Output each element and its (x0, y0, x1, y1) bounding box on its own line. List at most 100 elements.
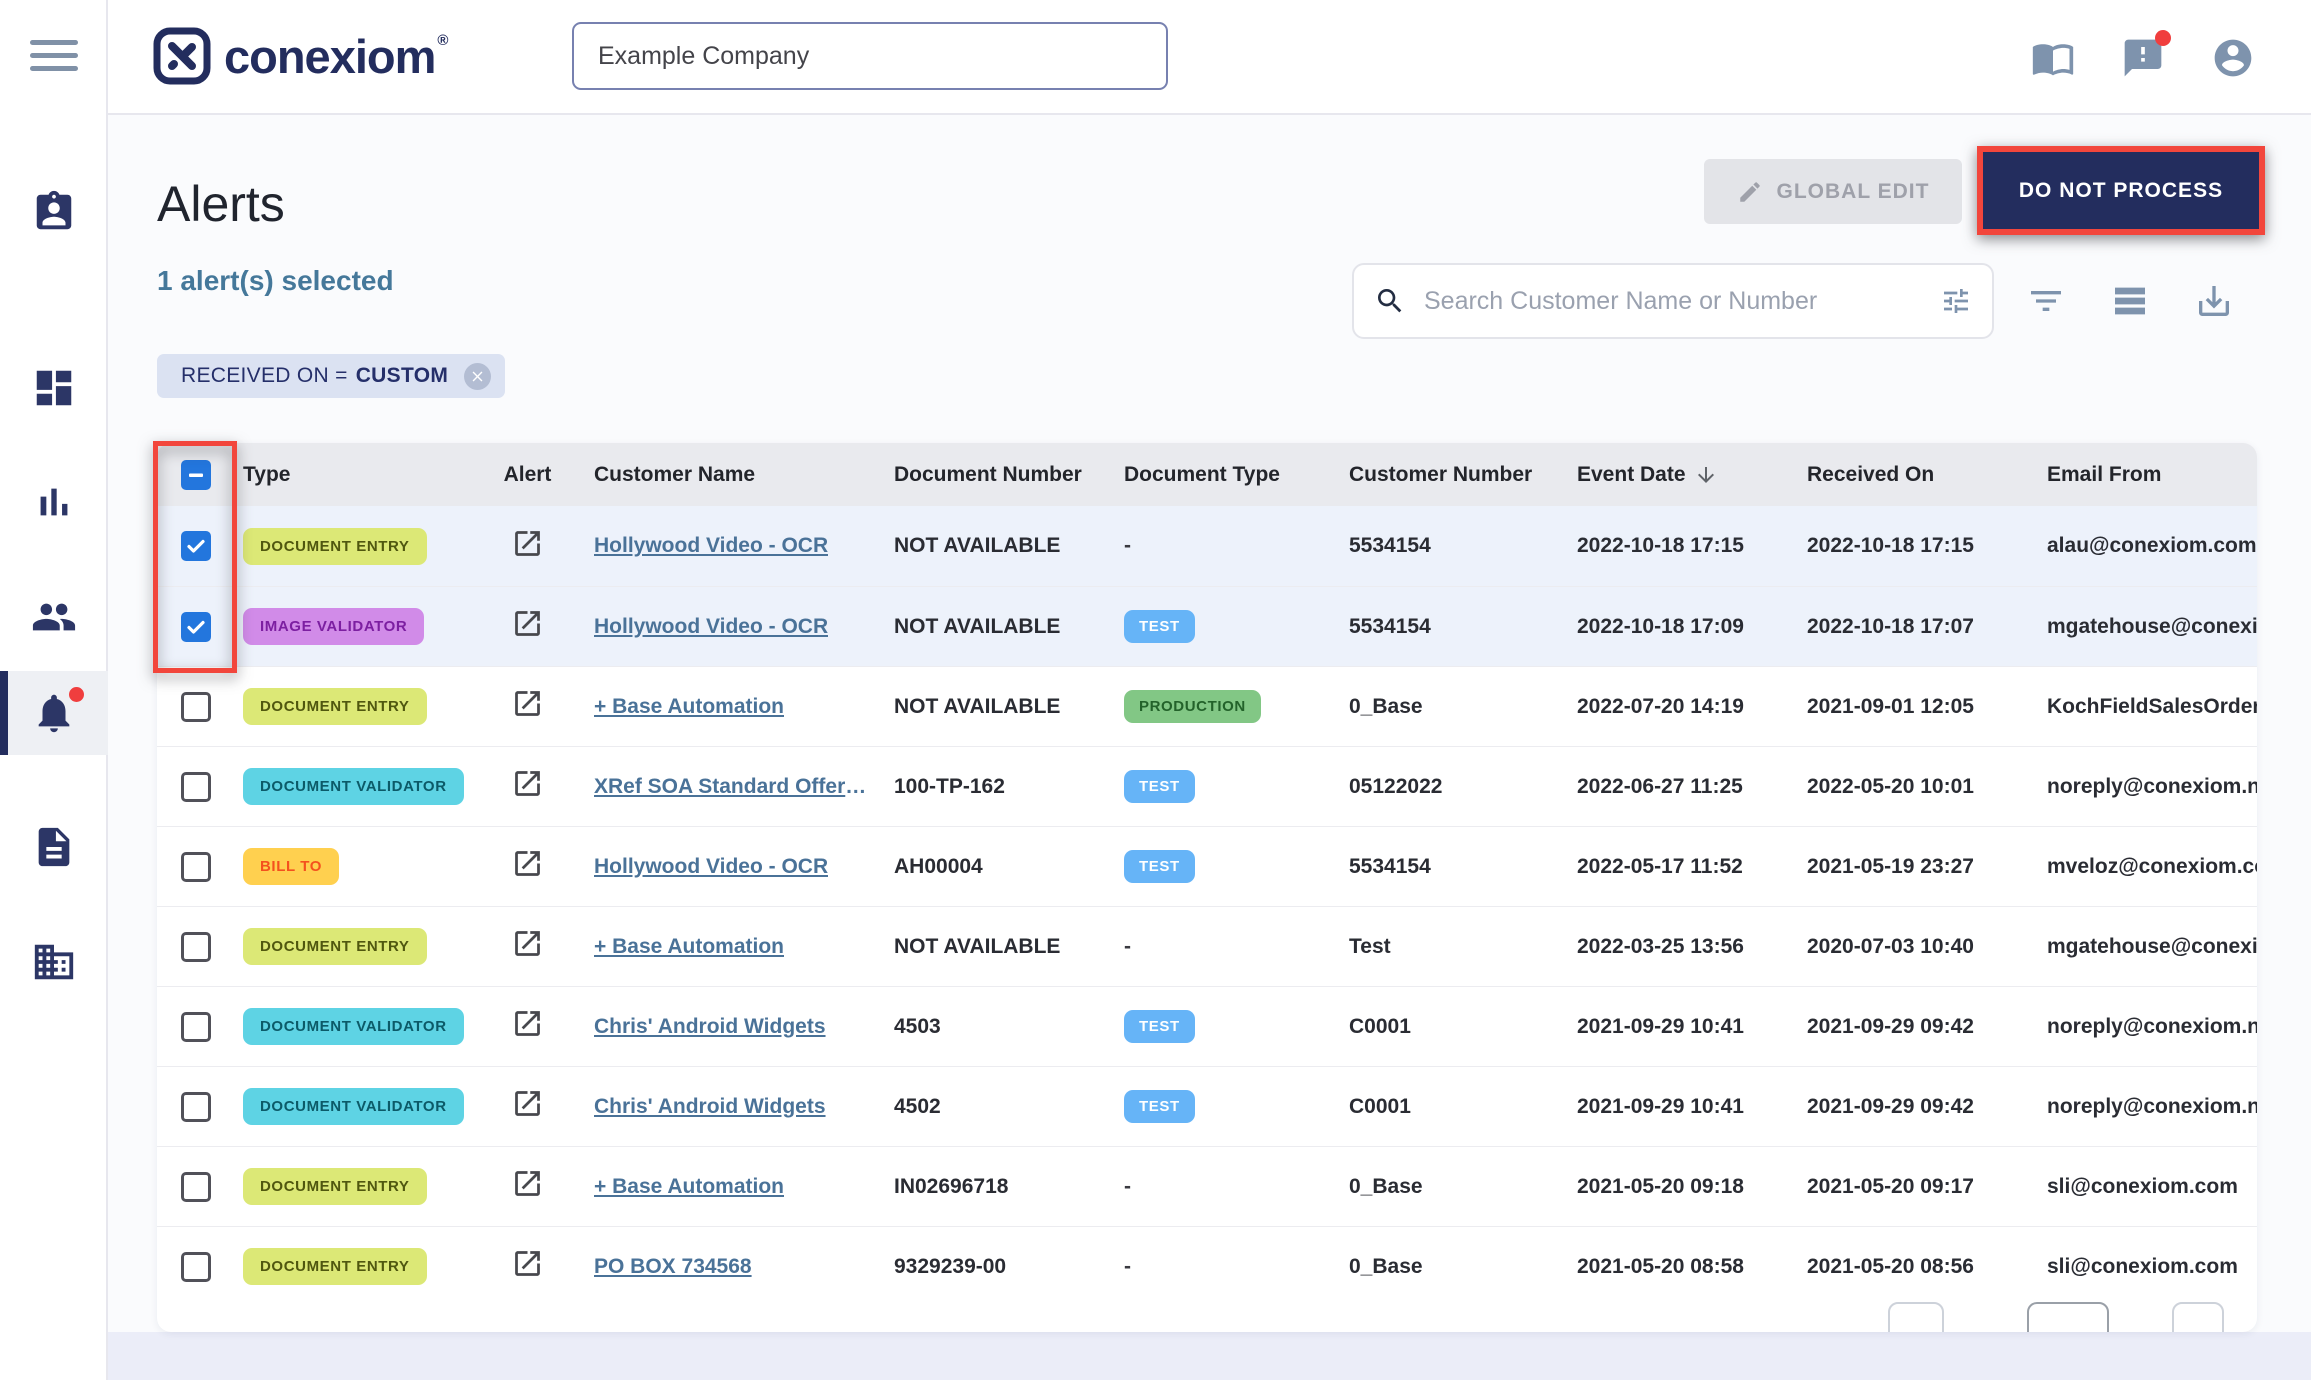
search-box (1352, 263, 1994, 339)
search-input[interactable] (1422, 286, 1940, 317)
email-from-cell: mveloz@conexiom.com (2023, 855, 2257, 879)
do-not-process-button[interactable]: DO NOT PROCESS (1983, 152, 2259, 229)
row-checkbox[interactable] (181, 1252, 211, 1282)
sidebar-item-people[interactable] (0, 575, 108, 659)
email-from-cell: alau@conexiom.com (2023, 534, 2257, 558)
event-date-cell: 2022-06-27 11:25 (1553, 775, 1783, 799)
pagination-control-stub[interactable] (2027, 1302, 2109, 1332)
notification-dot (2155, 30, 2171, 46)
customer-name-link[interactable]: Chris' Android Widgets (594, 1095, 826, 1119)
email-from-cell: noreply@conexiom.net (2023, 775, 2257, 799)
row-checkbox[interactable] (181, 1012, 211, 1042)
topbar-docs-book-icon[interactable] (2031, 36, 2075, 80)
customer-name-link[interactable]: + Base Automation (594, 935, 784, 959)
open-alert-icon[interactable] (511, 847, 544, 886)
document-number-cell: NOT AVAILABLE (870, 534, 1100, 558)
customer-name-link[interactable]: PO BOX 734568 (594, 1255, 752, 1279)
topbar-account-icon[interactable] (2211, 36, 2255, 80)
table-row: IMAGE VALIDATOR Hollywood Video - OCR NO… (157, 586, 2257, 666)
row-checkbox[interactable] (181, 932, 211, 962)
filter-chip-value: CUSTOM (356, 364, 448, 388)
topbar: conexiom® (108, 0, 2311, 115)
event-date-cell: 2022-10-18 17:09 (1553, 615, 1783, 639)
pagination-control-stub[interactable] (2172, 1302, 2224, 1332)
event-date-cell: 2022-05-17 11:52 (1553, 855, 1783, 879)
document-type-cell: TEST (1100, 770, 1325, 803)
pagination-control-stub[interactable] (1888, 1302, 1944, 1332)
topbar-feedback-icon[interactable] (2121, 36, 2165, 80)
email-from-cell: mgatehouse@conexiom.c… (2023, 935, 2257, 959)
table-row: DOCUMENT ENTRY + Base Automation IN02696… (157, 1146, 2257, 1226)
received-on-cell: 2020-07-03 10:40 (1783, 935, 2023, 959)
sidebar-item-dashboard[interactable] (0, 346, 108, 430)
document-number-cell: AH00004 (870, 855, 1100, 879)
row-checkbox[interactable] (181, 692, 211, 722)
download-icon[interactable] (2194, 281, 2234, 321)
customer-name-link[interactable]: Hollywood Video - OCR (594, 534, 828, 558)
row-checkbox[interactable] (181, 612, 211, 642)
column-header-select[interactable] (157, 460, 235, 490)
customer-name-link[interactable]: XRef SOA Standard Offeri… (594, 775, 870, 799)
customer-number-cell: 0_Base (1325, 1255, 1553, 1279)
customer-name-link[interactable]: + Base Automation (594, 1175, 784, 1199)
sidebar-item-document[interactable] (0, 805, 108, 889)
row-checkbox[interactable] (181, 1172, 211, 1202)
tune-icon[interactable] (1940, 285, 1972, 317)
customer-name-link[interactable]: Chris' Android Widgets (594, 1015, 826, 1039)
contact-card-icon (31, 189, 77, 235)
people-icon (31, 594, 77, 640)
row-checkbox[interactable] (181, 852, 211, 882)
menu-icon[interactable] (30, 40, 78, 76)
document-number-cell: IN02696718 (870, 1175, 1100, 1199)
row-checkbox[interactable] (181, 772, 211, 802)
pencil-icon (1737, 179, 1763, 205)
open-alert-icon[interactable] (511, 1087, 544, 1126)
type-badge: DOCUMENT ENTRY (243, 1248, 427, 1285)
select-all-checkbox[interactable] (181, 460, 211, 490)
document-type-badge: TEST (1124, 850, 1195, 883)
received-on-cell: 2022-10-18 17:07 (1783, 615, 2023, 639)
customer-number-cell: 5534154 (1325, 534, 1553, 558)
chip-close-icon[interactable] (464, 363, 491, 390)
event-date-cell: 2021-05-20 09:18 (1553, 1175, 1783, 1199)
event-date-cell: 2021-09-29 10:41 (1553, 1095, 1783, 1119)
table-row: DOCUMENT VALIDATOR Chris' Android Widget… (157, 986, 2257, 1066)
global-edit-label: GLOBAL EDIT (1777, 180, 1930, 204)
type-badge: DOCUMENT ENTRY (243, 1168, 427, 1205)
sidebar-item-bell[interactable] (0, 671, 108, 755)
column-header-type: Type (235, 463, 485, 487)
document-type-badge: TEST (1124, 1090, 1195, 1123)
document-type-cell: TEST (1100, 1090, 1325, 1123)
column-header-email-from: Email From (2023, 463, 2257, 487)
row-checkbox[interactable] (181, 531, 211, 561)
open-alert-icon[interactable] (511, 607, 544, 646)
table-header-row: TypeAlertCustomer NameDocument NumberDoc… (157, 443, 2257, 506)
event-date-cell: 2022-07-20 14:19 (1553, 695, 1783, 719)
filter-icon[interactable] (2026, 281, 2066, 321)
customer-name-link[interactable]: + Base Automation (594, 695, 784, 719)
sidebar-item-contact-card[interactable] (0, 170, 108, 254)
event-date-cell: 2022-03-25 13:56 (1553, 935, 1783, 959)
row-checkbox[interactable] (181, 1092, 211, 1122)
column-header-event-date[interactable]: Event Date (1553, 463, 1783, 487)
customer-number-cell: C0001 (1325, 1095, 1553, 1119)
open-alert-icon[interactable] (511, 687, 544, 726)
open-alert-icon[interactable] (511, 527, 544, 566)
open-alert-icon[interactable] (511, 1167, 544, 1206)
customer-number-cell: 5534154 (1325, 615, 1553, 639)
sort-desc-icon (1694, 463, 1718, 487)
company-input[interactable] (572, 22, 1168, 90)
open-alert-icon[interactable] (511, 767, 544, 806)
customer-name-link[interactable]: Hollywood Video - OCR (594, 615, 828, 639)
document-type-dash: - (1124, 1255, 1131, 1279)
sidebar-item-building[interactable] (0, 920, 108, 1004)
alerts-table: TypeAlertCustomer NameDocument NumberDoc… (157, 443, 2257, 1332)
received-on-cell: 2021-05-20 08:56 (1783, 1255, 2023, 1279)
row-density-icon[interactable] (2110, 281, 2150, 321)
open-alert-icon[interactable] (511, 927, 544, 966)
open-alert-icon[interactable] (511, 1247, 544, 1286)
sidebar-item-bar-chart[interactable] (0, 460, 108, 544)
global-edit-button[interactable]: GLOBAL EDIT (1704, 159, 1962, 224)
customer-name-link[interactable]: Hollywood Video - OCR (594, 855, 828, 879)
open-alert-icon[interactable] (511, 1007, 544, 1046)
